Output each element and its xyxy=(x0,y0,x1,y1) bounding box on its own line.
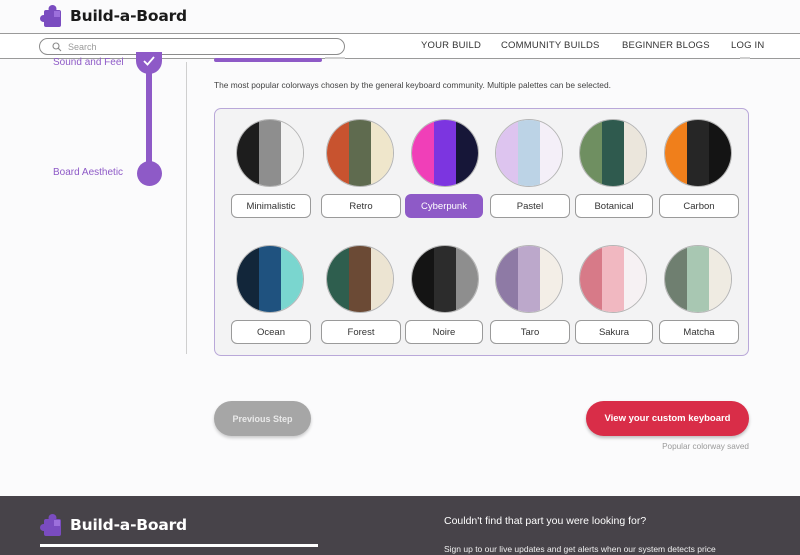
palette-swatch[interactable] xyxy=(326,119,394,187)
previous-step-button[interactable]: Previous Step xyxy=(214,401,311,436)
palette-color-preview[interactable] xyxy=(411,245,479,313)
palette-color-preview[interactable] xyxy=(579,119,647,187)
view-custom-keyboard-button[interactable]: View your custom keyboard xyxy=(586,401,749,436)
site-header: Build-a-Board YOUR BUILD COMMUNITY BUILD… xyxy=(0,0,800,62)
palette-swatch[interactable] xyxy=(411,245,479,313)
search-icon xyxy=(52,41,62,51)
palette-option-sakura[interactable]: Sakura xyxy=(575,320,653,344)
site-footer: Build-a-Board Couldn't find that part yo… xyxy=(0,496,800,555)
nav-your-build[interactable]: YOUR BUILD xyxy=(421,40,481,51)
palette-color-preview[interactable] xyxy=(411,119,479,187)
brand-logo[interactable]: Build-a-Board xyxy=(40,3,187,29)
palette-swatch[interactable] xyxy=(664,245,732,313)
palette-panel: Minimalistic Retro Cyberpunk Pastel Botanica… xyxy=(214,108,749,356)
palette-swatch[interactable] xyxy=(664,119,732,187)
palette-option-noire[interactable]: Noire xyxy=(405,320,483,344)
search-input[interactable] xyxy=(68,41,318,52)
saved-status-note: Popular colorway saved xyxy=(662,442,749,451)
checkmark-icon xyxy=(143,56,155,66)
section-description: The most popular colorways chosen by the… xyxy=(214,80,611,90)
palette-swatch[interactable] xyxy=(236,245,304,313)
palette-option-pastel[interactable]: Pastel xyxy=(490,194,570,218)
stepper-track xyxy=(146,62,152,172)
puzzle-logo-icon xyxy=(40,5,61,27)
palette-swatch[interactable] xyxy=(326,245,394,313)
palette-option-carbon[interactable]: Carbon xyxy=(659,194,739,218)
palette-option-ocean[interactable]: Ocean xyxy=(231,320,311,344)
puzzle-logo-icon xyxy=(40,514,61,536)
palette-color-preview[interactable] xyxy=(664,245,732,313)
palette-swatch[interactable] xyxy=(579,119,647,187)
palette-color-preview[interactable] xyxy=(236,119,304,187)
active-tab-indicator xyxy=(214,58,322,62)
step-current-marker[interactable] xyxy=(137,161,162,186)
brand-name: Build-a-Board xyxy=(70,7,187,25)
palette-color-preview[interactable] xyxy=(326,119,394,187)
footer-divider xyxy=(40,544,318,547)
palette-color-preview[interactable] xyxy=(664,119,732,187)
tab-divider xyxy=(740,57,750,59)
palette-color-preview[interactable] xyxy=(495,245,563,313)
palette-swatch[interactable] xyxy=(411,119,479,187)
palette-option-matcha[interactable]: Matcha xyxy=(659,320,739,344)
footer-brand-name: Build-a-Board xyxy=(70,516,187,534)
footer-subtext: Sign up to our live updates and get aler… xyxy=(444,544,716,554)
nav-bar: YOUR BUILD COMMUNITY BUILDS BEGINNER BLO… xyxy=(0,33,800,59)
step-label-sound-and-feel[interactable]: Sound and Feel xyxy=(53,57,124,68)
tab-divider xyxy=(325,57,345,59)
footer-brand-logo[interactable]: Build-a-Board xyxy=(40,512,187,538)
palette-option-taro[interactable]: Taro xyxy=(490,320,570,344)
palette-option-minimalistic[interactable]: Minimalistic xyxy=(231,194,311,218)
palette-option-retro[interactable]: Retro xyxy=(321,194,401,218)
nav-beginner-blogs[interactable]: BEGINNER BLOGS xyxy=(622,40,710,51)
palette-option-forest[interactable]: Forest xyxy=(321,320,401,344)
palette-swatch[interactable] xyxy=(236,119,304,187)
palette-option-botanical[interactable]: Botanical xyxy=(575,194,653,218)
nav-community-builds[interactable]: COMMUNITY BUILDS xyxy=(501,40,600,51)
palette-option-cyberpunk[interactable]: Cyberpunk xyxy=(405,194,483,218)
step-completed-marker[interactable] xyxy=(136,52,162,74)
palette-color-preview[interactable] xyxy=(495,119,563,187)
footer-heading: Couldn't find that part you were looking… xyxy=(444,515,647,527)
palette-swatch[interactable] xyxy=(495,245,563,313)
nav-log-in[interactable]: LOG IN xyxy=(731,40,764,51)
search-box[interactable] xyxy=(39,38,345,55)
content-divider xyxy=(186,62,187,354)
palette-color-preview[interactable] xyxy=(326,245,394,313)
palette-color-preview[interactable] xyxy=(579,245,647,313)
palette-swatch[interactable] xyxy=(495,119,563,187)
palette-color-preview[interactable] xyxy=(236,245,304,313)
step-label-board-aesthetic[interactable]: Board Aesthetic xyxy=(53,167,123,178)
palette-swatch[interactable] xyxy=(579,245,647,313)
